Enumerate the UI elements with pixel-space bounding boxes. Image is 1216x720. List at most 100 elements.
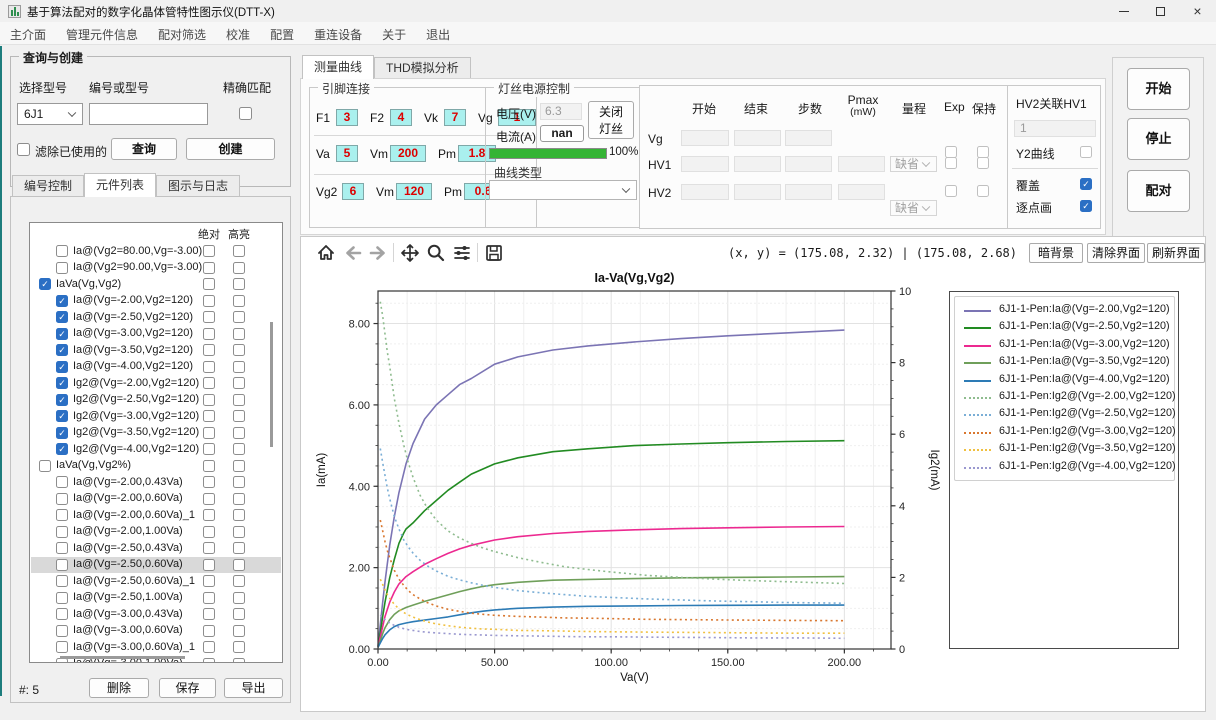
highlight-checkbox[interactable] [233, 459, 245, 472]
home-icon[interactable] [315, 243, 337, 263]
pin-value-F2[interactable]: 4 [390, 109, 412, 126]
pin-value-Vm[interactable]: 200 [390, 145, 426, 162]
tab-图示与日志[interactable]: 图示与日志 [156, 175, 241, 197]
start-button[interactable]: 开始 [1127, 68, 1190, 110]
hv1-end-input[interactable] [734, 156, 781, 172]
hv1-start-input[interactable] [681, 156, 729, 172]
absolute-checkbox[interactable] [203, 344, 215, 356]
curve-checkbox[interactable]: ✓ [56, 327, 68, 340]
tab-测量曲线[interactable]: 测量曲线 [302, 55, 375, 79]
list-item[interactable]: Ia@(Vg2=80.00,Vg=-3.00) [31, 243, 281, 260]
curve-type-select[interactable] [489, 180, 637, 200]
subplot-settings-icon[interactable] [451, 243, 473, 263]
hv2-exp-checkbox[interactable] [945, 185, 957, 197]
list-item[interactable]: Ia@(Vg=-2.00,1.00Va) [31, 524, 281, 541]
list-item[interactable]: ✓ IaVa(Vg,Vg2) [31, 276, 281, 293]
list-item[interactable]: ✓ Ig2@(Vg=-3.50,Vg2=120) [31, 425, 281, 442]
absolute-checkbox[interactable] [203, 377, 215, 389]
menu-item-关于[interactable]: 关于 [372, 22, 416, 45]
save-button[interactable]: 保存 [159, 678, 216, 698]
minimize-button[interactable] [1105, 0, 1142, 22]
menu-item-配对筛选[interactable]: 配对筛选 [148, 22, 216, 45]
hv2-range-select[interactable]: 缺省 [890, 200, 937, 216]
absolute-checkbox[interactable] [203, 525, 215, 538]
highlight-checkbox[interactable] [233, 360, 245, 373]
tab-THD模拟分析[interactable]: THD模拟分析 [374, 57, 471, 79]
list-item[interactable]: Ia@(Vg2=90.00,Vg=-3.00) [31, 260, 281, 277]
list-item[interactable]: Ia@(Vg=-3.00,0.43Va) [31, 606, 281, 623]
hv1-range-select[interactable]: 缺省 [890, 156, 937, 172]
hv2-pmax-input[interactable] [838, 184, 885, 200]
list-item[interactable]: Ia@(Vg=-2.50,1.00Va) [31, 590, 281, 607]
highlight-checkbox[interactable] [233, 608, 245, 620]
absolute-checkbox[interactable] [203, 426, 215, 439]
absolute-checkbox[interactable] [203, 261, 215, 274]
highlight-checkbox[interactable] [233, 294, 245, 307]
hv1-hold-checkbox[interactable] [977, 157, 989, 169]
absolute-checkbox[interactable] [203, 492, 215, 505]
list-item[interactable]: ✓ Ia@(Vg=-3.50,Vg2=120) [31, 342, 281, 359]
highlight-checkbox[interactable] [233, 393, 245, 406]
menu-item-配置[interactable]: 配置 [260, 22, 304, 45]
list-item[interactable]: Ia@(Vg=-2.00,0.60Va) [31, 491, 281, 508]
tab-元件列表[interactable]: 元件列表 [84, 173, 157, 197]
close-button[interactable]: × [1179, 0, 1216, 22]
list-item[interactable]: ✓ Ig2@(Vg=-2.00,Vg2=120) [31, 375, 281, 392]
query-button[interactable]: 查询 [111, 138, 177, 160]
highlight-checkbox[interactable] [233, 410, 245, 422]
curve-checkbox[interactable] [39, 459, 51, 472]
curve-checkbox[interactable] [56, 509, 68, 521]
highlight-checkbox[interactable] [233, 327, 245, 340]
refresh-view-button[interactable]: 刷新界面 [1147, 243, 1205, 263]
menu-item-校准[interactable]: 校准 [216, 22, 260, 45]
curve-checkbox[interactable] [56, 608, 68, 620]
absolute-checkbox[interactable] [203, 278, 215, 290]
menu-item-重连设备[interactable]: 重连设备 [304, 22, 372, 45]
absolute-checkbox[interactable] [203, 327, 215, 340]
pointwise-checkbox[interactable]: ✓ [1080, 200, 1092, 212]
curve-checkbox[interactable]: ✓ [56, 393, 68, 406]
list-item[interactable]: Ia@(Vg=-2.00,0.60Va)_1 [31, 507, 281, 524]
curve-checkbox[interactable]: ✓ [39, 278, 51, 290]
serial-input[interactable] [89, 103, 208, 125]
hv2-hold-checkbox[interactable] [977, 185, 989, 197]
highlight-checkbox[interactable] [233, 657, 245, 662]
exact-match-checkbox[interactable] [239, 107, 252, 120]
highlight-checkbox[interactable] [233, 426, 245, 439]
absolute-checkbox[interactable] [203, 608, 215, 620]
curve-checkbox[interactable] [56, 641, 68, 653]
highlight-checkbox[interactable] [233, 311, 245, 323]
overlay-checkbox[interactable]: ✓ [1080, 178, 1092, 190]
list-item[interactable]: ✓ Ia@(Vg=-2.50,Vg2=120) [31, 309, 281, 326]
vg-steps-input[interactable] [785, 130, 832, 146]
curve-checkbox[interactable] [56, 575, 68, 587]
list-item[interactable]: Ia@(Vg=-2.00,0.43Va) [31, 474, 281, 491]
highlight-checkbox[interactable] [233, 542, 245, 554]
y2-curve-checkbox[interactable] [1080, 146, 1092, 158]
absolute-checkbox[interactable] [203, 393, 215, 406]
highlight-checkbox[interactable] [233, 591, 245, 604]
filter-used-checkbox[interactable] [17, 143, 30, 156]
vg-start-input[interactable] [681, 130, 729, 146]
highlight-checkbox[interactable] [233, 525, 245, 538]
export-button[interactable]: 导出 [224, 678, 283, 698]
curve-checkbox[interactable] [56, 476, 68, 488]
curve-checkbox[interactable]: ✓ [56, 443, 68, 455]
absolute-checkbox[interactable] [203, 311, 215, 323]
curve-checkbox[interactable]: ✓ [56, 410, 68, 422]
highlight-checkbox[interactable] [233, 443, 245, 455]
hv2-link-input[interactable]: 1 [1014, 120, 1096, 137]
highlight-checkbox[interactable] [233, 245, 245, 257]
hv2-start-input[interactable] [681, 184, 729, 200]
list-item[interactable]: ✓ Ia@(Vg=-4.00,Vg2=120) [31, 359, 281, 376]
pin-value-Vg2[interactable]: 6 [342, 183, 364, 200]
pin-value-F1[interactable]: 3 [336, 109, 358, 126]
curve-listbox[interactable]: 绝对 高亮 Ia@(Vg2=80.00,Vg=-3.00) Ia@(Vg2=90.… [29, 222, 283, 663]
curve-checkbox[interactable]: ✓ [56, 377, 68, 389]
hv1-steps-input[interactable] [785, 156, 832, 172]
absolute-checkbox[interactable] [203, 591, 215, 604]
curve-checkbox[interactable] [56, 591, 68, 604]
highlight-checkbox[interactable] [233, 476, 245, 488]
absolute-checkbox[interactable] [203, 294, 215, 307]
hv1-pmax-input[interactable] [838, 156, 885, 172]
